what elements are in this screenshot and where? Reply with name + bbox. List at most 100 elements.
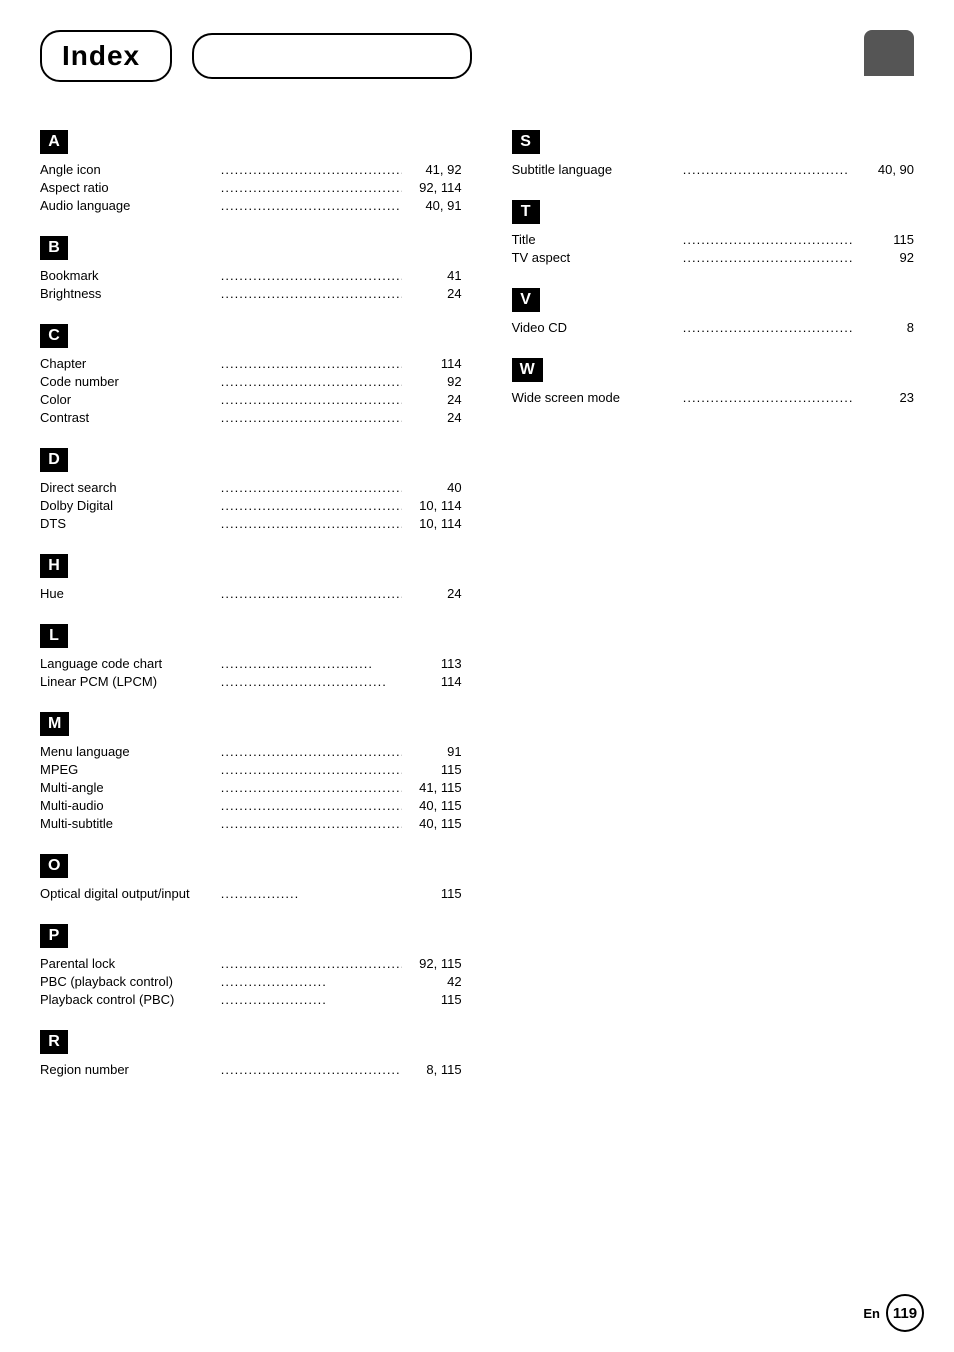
section-letter-a: A [40, 130, 68, 154]
entry-page: 92, 114 [402, 180, 462, 195]
entry-dots: ........................................… [221, 956, 402, 971]
entry-name: Multi-subtitle [40, 816, 221, 831]
page-tab [864, 30, 914, 76]
entry-page: 40, 91 [402, 198, 462, 213]
entry-page: 40, 115 [402, 816, 462, 831]
entry-dots: ........................................… [221, 374, 402, 389]
entry-name: Angle icon [40, 162, 221, 177]
section-letter-l: L [40, 624, 68, 648]
index-section-a: A Angle icon ............................… [40, 112, 462, 214]
entry-name: Parental lock [40, 956, 221, 971]
entry-page: 24 [402, 410, 462, 425]
entry-dots: ........................................… [221, 480, 402, 495]
entry-dots: ........................................… [221, 762, 402, 777]
entry-name: Multi-audio [40, 798, 221, 813]
index-entry: Wide screen mode .......................… [512, 388, 914, 406]
index-section-b: BBookmark ..............................… [40, 218, 462, 302]
left-column: A Angle icon ............................… [40, 112, 492, 1082]
index-entry: Playback control (PBC) .................… [40, 990, 462, 1008]
entry-name: Multi-angle [40, 780, 221, 795]
entry-dots: ........................................… [683, 232, 854, 247]
entry-name: Optical digital output/input [40, 886, 221, 901]
entry-name: Contrast [40, 410, 221, 425]
entry-dots: ........................................… [221, 586, 402, 601]
entry-name: Color [40, 392, 221, 407]
index-entry: Language code chart ....................… [40, 654, 462, 672]
entry-dots: ........................................… [221, 498, 402, 513]
index-entries: Language code chart ....................… [40, 654, 462, 690]
entry-dots: ........................................… [221, 286, 402, 301]
entry-name: Title [512, 232, 683, 247]
entry-name: Audio language [40, 198, 221, 213]
entry-dots: ....................................... [221, 1062, 402, 1077]
entry-dots: ........................................… [221, 798, 402, 813]
entry-page: 41, 92 [402, 162, 462, 177]
index-entries: Wide screen mode .......................… [512, 388, 914, 406]
index-entries: Parental lock ..........................… [40, 954, 462, 1008]
index-entries: Hue ....................................… [40, 584, 462, 602]
entry-dots: ....................... [221, 974, 402, 989]
index-entry: Code number ............................… [40, 372, 462, 390]
entry-dots: ........................................… [683, 320, 854, 335]
index-entry: Hue ....................................… [40, 584, 462, 602]
section-letter-v: V [512, 288, 540, 312]
entry-page: 92 [402, 374, 462, 389]
section-letter-s: S [512, 130, 540, 154]
entry-dots: ........................................ [221, 180, 402, 195]
index-entries: Angle icon .............................… [40, 160, 462, 214]
index-entry: DTS ....................................… [40, 514, 462, 532]
entry-page: 24 [402, 392, 462, 407]
entry-name: Linear PCM (LPCM) [40, 674, 221, 689]
entry-dots: .................................... [221, 674, 402, 689]
entry-dots: ................................. [221, 656, 402, 671]
index-entry: Linear PCM (LPCM) ......................… [40, 672, 462, 690]
index-entry: Optical digital output/input ...........… [40, 884, 462, 902]
entry-name: Video CD [512, 320, 683, 335]
entry-page: 115 [854, 232, 914, 247]
section-letter-d: D [40, 448, 68, 472]
entry-dots: ....................................... [221, 198, 402, 213]
index-entries: Menu language ..........................… [40, 742, 462, 832]
entry-page: 115 [402, 992, 462, 1007]
entry-page: 92 [854, 250, 914, 265]
entry-page: 24 [402, 586, 462, 601]
index-entries: Region number ..........................… [40, 1060, 462, 1078]
entry-name: TV aspect [512, 250, 683, 265]
page-label: En [863, 1306, 880, 1321]
index-entry: Multi-audio ............................… [40, 796, 462, 814]
entry-page: 113 [402, 656, 462, 671]
index-section-v: V Video CD ..............................… [512, 270, 914, 336]
entry-dots: ........................................… [221, 356, 402, 371]
entry-page: 42 [402, 974, 462, 989]
index-entry: Title ..................................… [512, 230, 914, 248]
page-badge: En 119 [863, 1294, 924, 1332]
entry-name: Playback control (PBC) [40, 992, 221, 1007]
entry-name: Bookmark [40, 268, 221, 283]
entry-dots: ........................................… [683, 250, 854, 265]
section-letter-o: O [40, 854, 68, 878]
entry-dots: .................................... [683, 162, 854, 177]
index-section-d: DDirect search .........................… [40, 430, 462, 532]
entry-page: 41, 115 [402, 780, 462, 795]
section-letter-w: W [512, 358, 543, 382]
entry-dots: ........................................… [221, 744, 402, 759]
entry-name: PBC (playback control) [40, 974, 221, 989]
page: Index AAngle icon ......................… [0, 0, 954, 1352]
entry-dots: ........................................… [221, 410, 402, 425]
entry-name: DTS [40, 516, 221, 531]
entry-name: Region number [40, 1062, 221, 1077]
index-entry: Contrast ...............................… [40, 408, 462, 426]
entry-page: 40, 90 [854, 162, 914, 177]
index-entry: Aspect ratio ...........................… [40, 178, 462, 196]
entry-name: Hue [40, 586, 221, 601]
entry-name: Code number [40, 374, 221, 389]
index-section-l: L Language code chart ...................… [40, 606, 462, 690]
entry-page: 114 [402, 674, 462, 689]
entry-page: 114 [402, 356, 462, 371]
index-entries: Title ..................................… [512, 230, 914, 266]
entry-dots: ................. [221, 886, 402, 901]
entry-name: Subtitle language [512, 162, 683, 177]
entry-page: 115 [402, 762, 462, 777]
entry-page: 40, 115 [402, 798, 462, 813]
index-entry: Subtitle language ......................… [512, 160, 914, 178]
